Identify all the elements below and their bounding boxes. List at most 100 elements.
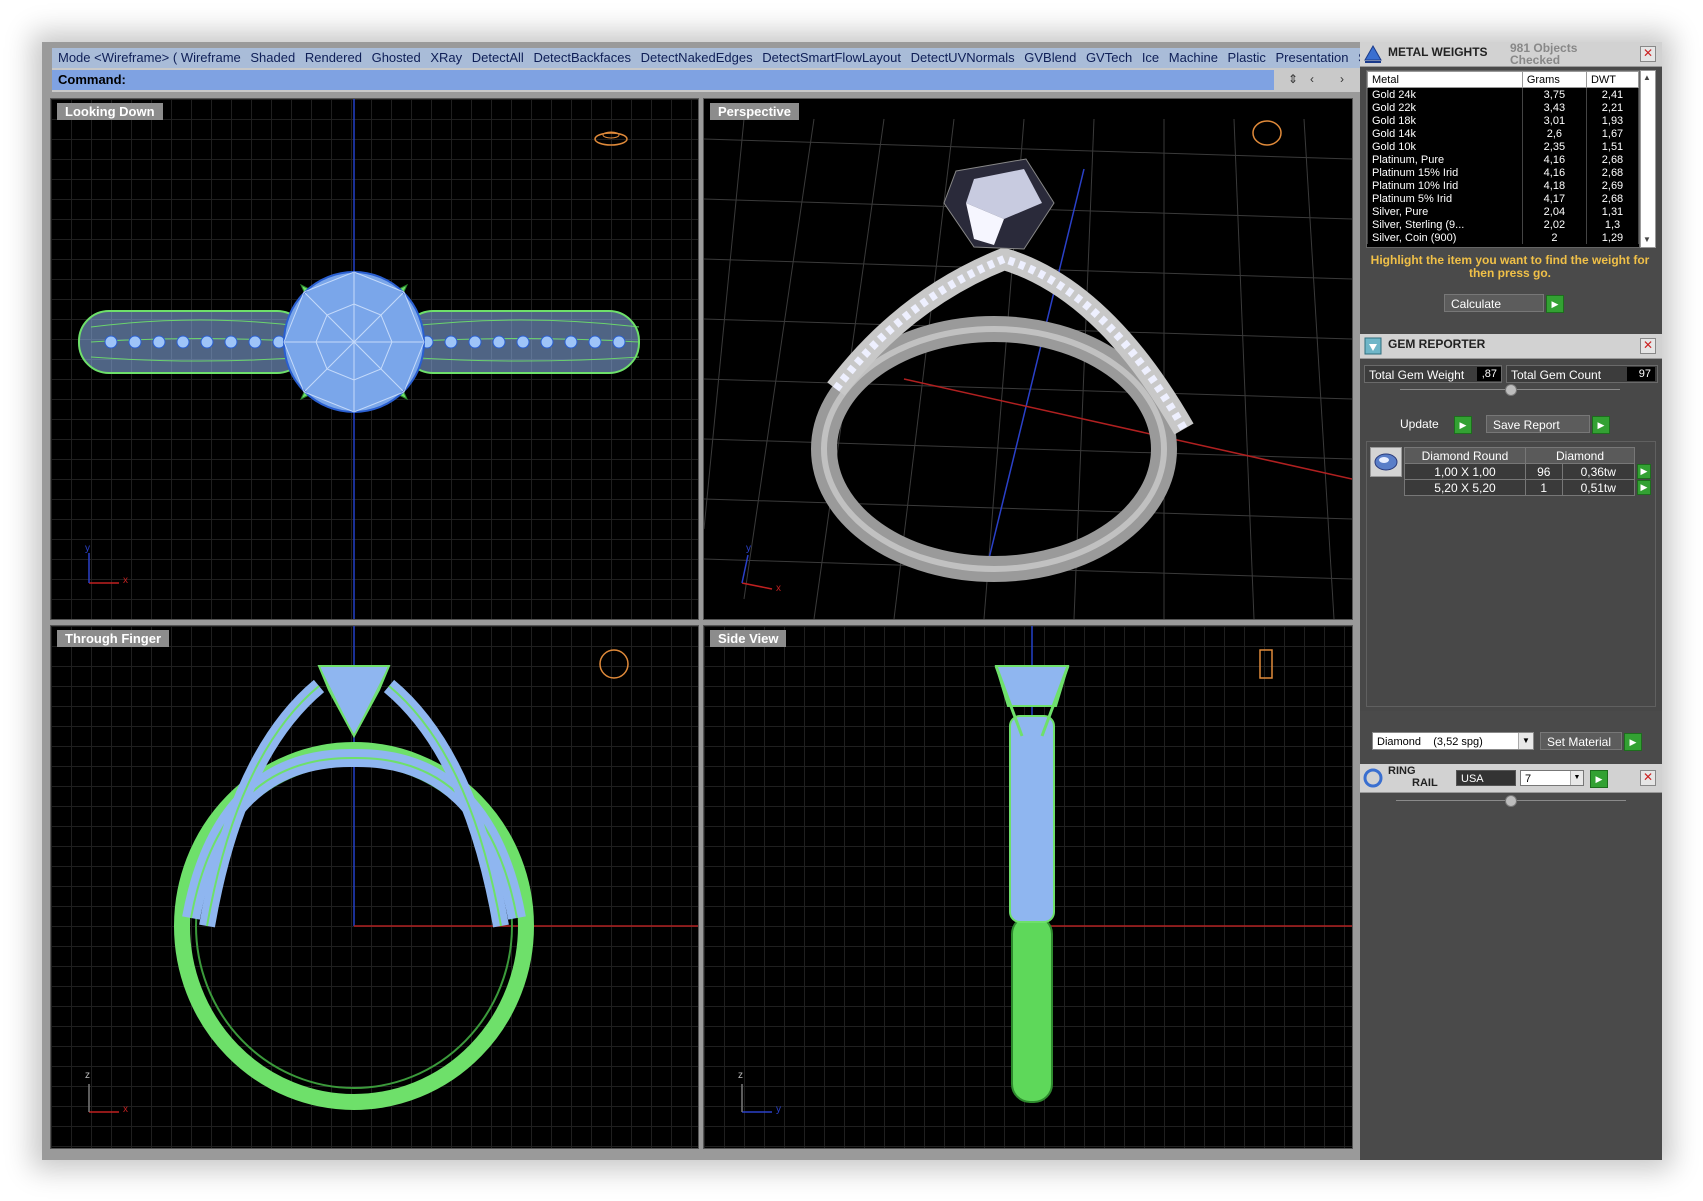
viewport-label[interactable]: Looking Down: [57, 103, 163, 120]
calculate-go-button[interactable]: ▶: [1546, 295, 1564, 313]
close-icon[interactable]: ✕: [1640, 338, 1656, 354]
metal-row[interactable]: Gold 14k 2,6 1,67: [1367, 127, 1639, 140]
dwt-cell: 1,51: [1585, 140, 1639, 153]
gem-row[interactable]: 5,20 X 5,20 1 0,51tw ▶: [1404, 479, 1652, 496]
mode-option-detectall[interactable]: DetectAll: [472, 50, 524, 65]
chevron-right-icon[interactable]: ›: [1340, 72, 1344, 86]
chevron-left-icon[interactable]: ‹: [1310, 72, 1314, 86]
mode-option-gvtech[interactable]: GVTech: [1086, 50, 1132, 65]
gem-reporter-splitter-handle[interactable]: [1505, 384, 1517, 396]
metal-row[interactable]: Platinum 5% Irid 4,17 2,68: [1367, 192, 1639, 205]
set-material-go-button[interactable]: ▶: [1624, 733, 1642, 751]
save-report-button[interactable]: Save Report: [1486, 415, 1590, 433]
mode-option-ghosted[interactable]: Ghosted: [372, 50, 421, 65]
column-header-dwt[interactable]: DWT: [1585, 71, 1639, 88]
viewport-label[interactable]: Perspective: [710, 103, 799, 120]
command-area: Mode <Wireframe> ( Wireframe Shaded Rend…: [52, 48, 1402, 92]
command-input[interactable]: [129, 71, 1134, 88]
material-select[interactable]: Diamond (3,52 spg) ▼: [1372, 732, 1534, 750]
metal-weights-hint: Highlight the item you want to find the …: [1370, 253, 1650, 280]
gem-count-cell: 96: [1525, 463, 1563, 480]
column-header-grams[interactable]: Grams: [1521, 71, 1587, 88]
mode-option-detectuvnormals[interactable]: DetectUVNormals: [911, 50, 1015, 65]
metal-row[interactable]: Platinum, Pure 4,16 2,68: [1367, 153, 1639, 166]
metal-name-cell: Silver, Pure: [1367, 205, 1523, 218]
scroll-up-down-icon[interactable]: ⇕: [1288, 72, 1298, 86]
ring-size-value: 7: [1525, 773, 1532, 785]
gem-weight-cell: 0,36tw: [1561, 463, 1636, 480]
metal-row[interactable]: Silver, Pure 2,04 1,31: [1367, 205, 1639, 218]
y-axis-label: y: [85, 543, 90, 554]
viewport-side-view[interactable]: Side View z y: [703, 625, 1353, 1149]
close-icon[interactable]: ✕: [1640, 770, 1656, 786]
mode-option-detectsmartflowlayout[interactable]: DetectSmartFlowLayout: [762, 50, 901, 65]
dwt-cell: 2,68: [1585, 153, 1639, 166]
dwt-cell: 2,69: [1585, 179, 1639, 192]
chevron-down-icon[interactable]: ▼: [1570, 771, 1583, 785]
metal-row[interactable]: Gold 10k 2,35 1,51: [1367, 140, 1639, 153]
mode-option-xray[interactable]: XRay: [430, 50, 462, 65]
metal-row[interactable]: Platinum 10% Irid 4,18 2,69: [1367, 179, 1639, 192]
close-icon[interactable]: ✕: [1640, 46, 1656, 62]
checked-label: Checked: [1510, 53, 1561, 67]
grams-cell: 3,43: [1521, 101, 1587, 114]
dwt-cell: 1,3: [1585, 218, 1639, 231]
viewport-label[interactable]: Side View: [710, 630, 787, 647]
gem-shape-header: Diamond Round: [1404, 447, 1526, 464]
metal-weights-header: METAL WEIGHTS 981 Objects Checked ✕: [1360, 42, 1662, 67]
ring-rail-title: RING RAIL: [1388, 765, 1438, 789]
app-window: Mode <Wireframe> ( Wireframe Shaded Rend…: [42, 42, 1662, 1160]
gem-reporter-title: GEM REPORTER: [1388, 337, 1486, 351]
mode-option-detectnakededges[interactable]: DetectNakedEdges: [641, 50, 753, 65]
gem-count-cell: 1: [1525, 479, 1563, 496]
gem-reporter-header: GEM REPORTER ✕: [1360, 334, 1662, 359]
ring-size-select[interactable]: 7 ▼: [1520, 770, 1584, 786]
display-mode-bar: Mode <Wireframe> ( Wireframe Shaded Rend…: [52, 48, 1392, 68]
ring-rail-splitter-handle[interactable]: [1505, 795, 1517, 807]
set-material-button[interactable]: Set Material: [1540, 732, 1622, 750]
mode-option-plastic[interactable]: Plastic: [1228, 50, 1266, 65]
mode-option-wireframe[interactable]: Mode <Wireframe> ( Wireframe: [58, 50, 241, 65]
dwt-cell: 2,41: [1585, 87, 1639, 101]
metal-row[interactable]: Gold 24k 3,75 2,41: [1367, 87, 1639, 101]
chevron-down-icon[interactable]: ▼: [1518, 733, 1533, 749]
column-header-metal[interactable]: Metal: [1367, 71, 1523, 88]
mode-option-shaded[interactable]: Shaded: [250, 50, 295, 65]
metal-name-cell: Gold 24k: [1367, 87, 1523, 101]
viewport-label[interactable]: Through Finger: [57, 630, 170, 647]
gem-row-action-cell: ▶: [1635, 480, 1652, 496]
update-go-button[interactable]: ▶: [1454, 416, 1472, 434]
save-report-go-button[interactable]: ▶: [1592, 416, 1610, 434]
total-gem-weight-field: Total Gem Weight ,87: [1364, 365, 1502, 383]
metal-row[interactable]: Platinum 15% Irid 4,16 2,68: [1367, 166, 1639, 179]
gem-row-go-button[interactable]: ▶: [1637, 480, 1651, 495]
calculate-button[interactable]: Calculate: [1444, 294, 1544, 312]
ring-side-wireframe: [741, 626, 1352, 1113]
viewport-through-finger[interactable]: Through Finger z x: [50, 625, 699, 1149]
mode-option-machine[interactable]: Machine: [1169, 50, 1218, 65]
metal-weights-scrollbar[interactable]: ▲ ▼: [1640, 70, 1656, 248]
gem-row-action-cell: ▶: [1635, 464, 1652, 480]
mode-option-ice[interactable]: Ice: [1142, 50, 1159, 65]
dwt-cell: 1,29: [1585, 231, 1639, 244]
ring-size-country-field[interactable]: USA: [1456, 770, 1516, 786]
scroll-up-icon[interactable]: ▲: [1643, 73, 1651, 82]
ring-rail-go-button[interactable]: ▶: [1590, 770, 1608, 788]
metal-row[interactable]: Gold 18k 3,01 1,93: [1367, 114, 1639, 127]
gem-row[interactable]: 1,00 X 1,00 96 0,36tw ▶: [1404, 463, 1652, 480]
mode-option-rendered[interactable]: Rendered: [305, 50, 362, 65]
mode-option-gvblend[interactable]: GVBlend: [1024, 50, 1076, 65]
total-gem-weight-label: Total Gem Weight: [1369, 368, 1465, 382]
viewport-looking-down[interactable]: Looking Down x y: [50, 98, 699, 620]
grams-cell: 4,16: [1521, 153, 1587, 166]
viewport-perspective[interactable]: Perspective y x: [703, 98, 1353, 620]
metal-row[interactable]: Silver, Sterling (9... 2,02 1,3: [1367, 218, 1639, 231]
update-button[interactable]: Update: [1394, 415, 1450, 433]
scroll-down-icon[interactable]: ▼: [1643, 235, 1651, 244]
gem-row-go-button[interactable]: ▶: [1637, 464, 1651, 479]
metal-row[interactable]: Silver, Coin (900) 2 1,29: [1367, 231, 1639, 244]
mode-option-presentation[interactable]: Presentation: [1275, 50, 1348, 65]
mode-option-detectbackfaces[interactable]: DetectBackfaces: [533, 50, 631, 65]
metal-row[interactable]: Gold 22k 3,43 2,21: [1367, 101, 1639, 114]
diamond-shape-icon: [1370, 447, 1402, 477]
